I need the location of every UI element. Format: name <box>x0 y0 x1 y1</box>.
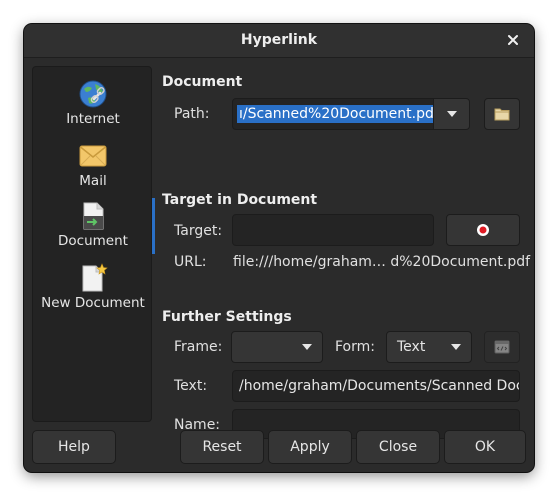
envelope-icon <box>79 145 107 167</box>
url-value: file:///home/graham… d%20Document.pdf <box>233 254 531 270</box>
dialog-title: Hyperlink <box>240 32 318 48</box>
target-picker-button[interactable] <box>446 214 520 246</box>
chevron-down-icon <box>302 344 312 350</box>
link-text-input[interactable]: /home/graham/Documents/Scanned Docu <box>232 370 520 402</box>
macro-events-icon <box>494 340 510 354</box>
target-record-icon <box>477 224 489 236</box>
hyperlink-dialog: Hyperlink Internet Mail Document New Doc… <box>24 24 534 472</box>
events-button[interactable] <box>484 331 520 363</box>
title-bar: Hyperlink <box>24 24 534 58</box>
target-label: Target: <box>174 223 223 239</box>
path-dropdown-button[interactable] <box>433 99 469 129</box>
close-window-button[interactable] <box>504 31 522 49</box>
open-file-button[interactable] <box>484 98 520 130</box>
document-settings-panel: Document Path: ı/Scanned%20Document.pdf … <box>156 66 531 439</box>
close-icon <box>508 35 518 45</box>
target-input[interactable] <box>232 214 434 246</box>
sidebar-item-label: New Document <box>41 295 145 311</box>
section-title-target: Target in Document <box>162 192 318 208</box>
frame-dropdown[interactable] <box>231 331 323 363</box>
form-value: Text <box>397 339 426 355</box>
sidebar-item-label: Document <box>58 233 128 249</box>
chevron-down-icon <box>446 111 457 117</box>
sidebar-item-new-document[interactable]: New Document <box>33 263 153 321</box>
sidebar-item-document[interactable]: Document <box>33 201 153 259</box>
path-input[interactable]: ı/Scanned%20Document.pdf <box>237 105 441 123</box>
path-combobox[interactable]: ı/Scanned%20Document.pdf <box>232 98 470 130</box>
section-title-further-settings: Further Settings <box>162 309 292 325</box>
section-title-document: Document <box>162 74 243 90</box>
chevron-down-icon <box>451 344 461 350</box>
apply-button[interactable]: Apply <box>268 430 352 464</box>
folder-icon <box>494 108 510 121</box>
reset-button[interactable]: Reset <box>180 430 264 464</box>
form-dropdown[interactable]: Text <box>386 331 472 363</box>
ok-button[interactable]: OK <box>444 430 526 464</box>
path-label: Path: <box>174 106 210 122</box>
close-button[interactable]: Close <box>356 430 440 464</box>
sidebar-item-label: Internet <box>66 111 120 127</box>
sidebar-item-internet[interactable]: Internet <box>33 79 153 137</box>
globe-link-icon <box>79 80 107 108</box>
new-document-icon <box>82 263 108 292</box>
hyperlink-type-sidebar: Internet Mail Document New Document <box>32 66 152 422</box>
sidebar-item-mail[interactable]: Mail <box>33 141 153 199</box>
dialog-button-bar: Help Reset Apply Close OK <box>24 428 534 472</box>
frame-label: Frame: <box>174 339 223 355</box>
sidebar-item-label: Mail <box>79 173 107 189</box>
text-label: Text: <box>174 378 208 394</box>
help-button[interactable]: Help <box>32 430 116 464</box>
document-link-icon <box>83 202 104 230</box>
form-label: Form: <box>335 339 375 355</box>
url-label: URL: <box>174 254 207 270</box>
selected-section-indicator <box>152 198 155 254</box>
